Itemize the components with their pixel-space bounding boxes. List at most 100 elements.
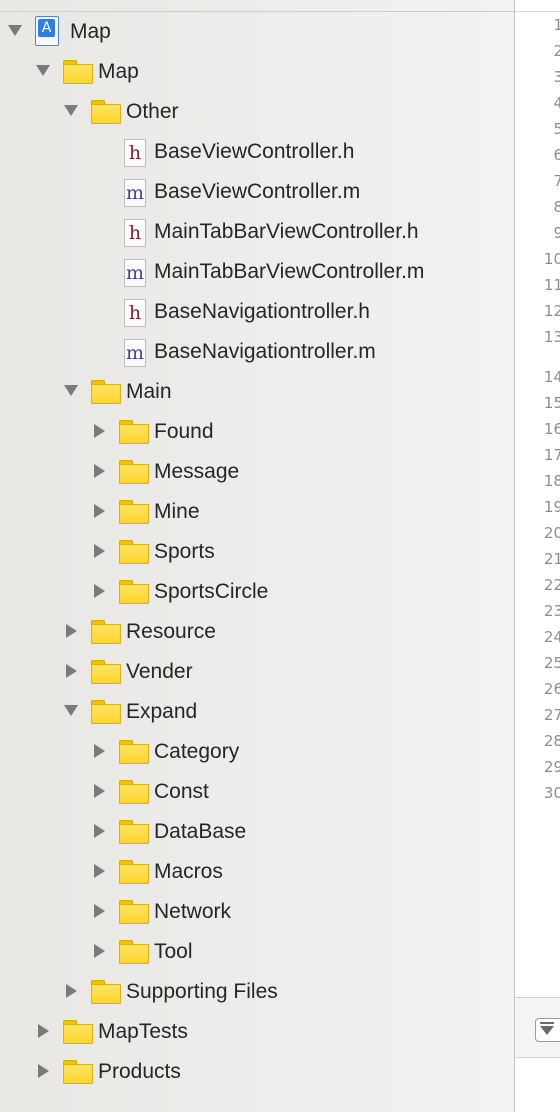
tree-row[interactable]: h BaseNavigationtroller.h [0, 292, 514, 332]
line-number: 23 [543, 602, 560, 620]
tree-row[interactable]: m BaseNavigationtroller.m [0, 332, 514, 372]
folder-icon [63, 1020, 93, 1044]
tree-row-label: Const [154, 780, 209, 803]
tree-row[interactable]: m BaseViewController.m [0, 172, 514, 212]
tree-row[interactable]: m MainTabBarViewController.m [0, 252, 514, 292]
folder-icon [91, 980, 121, 1004]
tree-row[interactable]: Category [0, 732, 514, 772]
tree-row-label: Main [126, 380, 172, 403]
line-number: 11 [543, 276, 560, 294]
tree-row-label: BaseViewController.m [154, 180, 361, 203]
tree-row[interactable]: Found [0, 412, 514, 452]
tree-row-label: Category [154, 740, 240, 763]
tree-row[interactable]: Resource [0, 612, 514, 652]
line-number: 4 [553, 94, 560, 112]
disclosure-open-icon[interactable] [8, 25, 22, 36]
line-number: 19 [543, 498, 560, 516]
disclosure-closed-icon[interactable] [66, 624, 77, 638]
tree-row[interactable]: Products [0, 1052, 514, 1092]
line-number: 25 [543, 654, 560, 672]
folder-icon [119, 820, 149, 844]
line-number: 9 [553, 224, 560, 242]
tree-row[interactable]: Sports [0, 532, 514, 572]
tree-row[interactable]: MapTests [0, 1012, 514, 1052]
disclosure-closed-icon[interactable] [94, 784, 105, 798]
disclosure-closed-icon[interactable] [94, 504, 105, 518]
tree-row-label: BaseNavigationtroller.m [154, 340, 376, 363]
disclosure-closed-icon[interactable] [38, 1024, 49, 1038]
disclosure-closed-icon[interactable] [66, 984, 77, 998]
disclosure-open-icon[interactable] [36, 65, 50, 76]
tree-row[interactable]: Vender [0, 652, 514, 692]
tree-row-label: MapTests [98, 1020, 188, 1043]
disclosure-closed-icon[interactable] [94, 744, 105, 758]
folder-icon [91, 100, 121, 124]
line-number: 29 [543, 758, 560, 776]
tree-row[interactable]: Main [0, 372, 514, 412]
tree-row[interactable]: Mine [0, 492, 514, 532]
disclosure-closed-icon[interactable] [66, 664, 77, 678]
disclosure-closed-icon[interactable] [94, 424, 105, 438]
project-navigator: A Map Map Other h BaseViewController.h m BaseVi… [0, 0, 514, 1112]
disclosure-closed-icon[interactable] [94, 944, 105, 958]
h-file-icon: h [124, 219, 146, 247]
tree-row[interactable]: Expand [0, 692, 514, 732]
tree-row[interactable]: Supporting Files [0, 972, 514, 1012]
disclosure-closed-icon[interactable] [94, 584, 105, 598]
tree-row[interactable]: SportsCircle [0, 572, 514, 612]
tree-row[interactable]: Tool [0, 932, 514, 972]
folder-icon [63, 1060, 93, 1084]
line-number: 8 [553, 198, 560, 216]
folder-icon [119, 580, 149, 604]
tree-row[interactable]: DataBase [0, 812, 514, 852]
tree-row[interactable]: A Map [0, 12, 514, 52]
disclosure-open-icon[interactable] [64, 705, 78, 716]
folder-icon [119, 540, 149, 564]
tree-row[interactable]: Other [0, 92, 514, 132]
tree-row[interactable]: Const [0, 772, 514, 812]
tree-row-label: Supporting Files [126, 980, 278, 1003]
debug-area [515, 1057, 560, 1112]
disclosure-closed-icon[interactable] [94, 464, 105, 478]
disclosure-closed-icon[interactable] [94, 864, 105, 878]
filter-icon[interactable] [535, 1018, 560, 1042]
tree-row-label: Products [98, 1060, 181, 1083]
disclosure-closed-icon[interactable] [94, 824, 105, 838]
tree-row[interactable]: Map [0, 52, 514, 92]
tree-row[interactable]: Message [0, 452, 514, 492]
tree-row[interactable]: Macros [0, 852, 514, 892]
tree-row-label: Map [98, 60, 139, 83]
disclosure-closed-icon[interactable] [38, 1064, 49, 1078]
tree-row-label: Found [154, 420, 214, 443]
tree-row-label: Message [154, 460, 240, 483]
line-number: 5 [553, 120, 560, 138]
line-number: 24 [543, 628, 560, 646]
disclosure-open-icon[interactable] [64, 385, 78, 396]
gutter-top-divider [515, 11, 560, 12]
line-number: 18 [543, 472, 560, 490]
tree-row-label: Vender [126, 660, 193, 683]
folder-icon [119, 900, 149, 924]
tree-row[interactable]: h BaseViewController.h [0, 132, 514, 172]
tree-row-label: BaseNavigationtroller.h [154, 300, 370, 323]
tree-row-label: Resource [126, 620, 216, 643]
tree-row-label: SportsCircle [154, 580, 269, 603]
tree-row-label: BaseViewController.h [154, 140, 355, 163]
tree-row-label: Network [154, 900, 232, 923]
disclosure-closed-icon[interactable] [94, 544, 105, 558]
tree-row[interactable]: Network [0, 892, 514, 932]
h-file-icon: h [124, 139, 146, 167]
folder-icon [119, 500, 149, 524]
tree-row[interactable]: h MainTabBarViewController.h [0, 212, 514, 252]
folder-icon [91, 380, 121, 404]
disclosure-closed-icon[interactable] [94, 904, 105, 918]
line-number: 20 [543, 524, 560, 542]
disclosure-open-icon[interactable] [64, 105, 78, 116]
line-number: 26 [543, 680, 560, 698]
line-number: 27 [543, 706, 560, 724]
folder-icon [119, 740, 149, 764]
line-number: 2 [553, 42, 560, 60]
folder-icon [63, 60, 93, 84]
tree-row-label: Sports [154, 540, 215, 563]
xcode-project-icon: A [35, 16, 59, 46]
